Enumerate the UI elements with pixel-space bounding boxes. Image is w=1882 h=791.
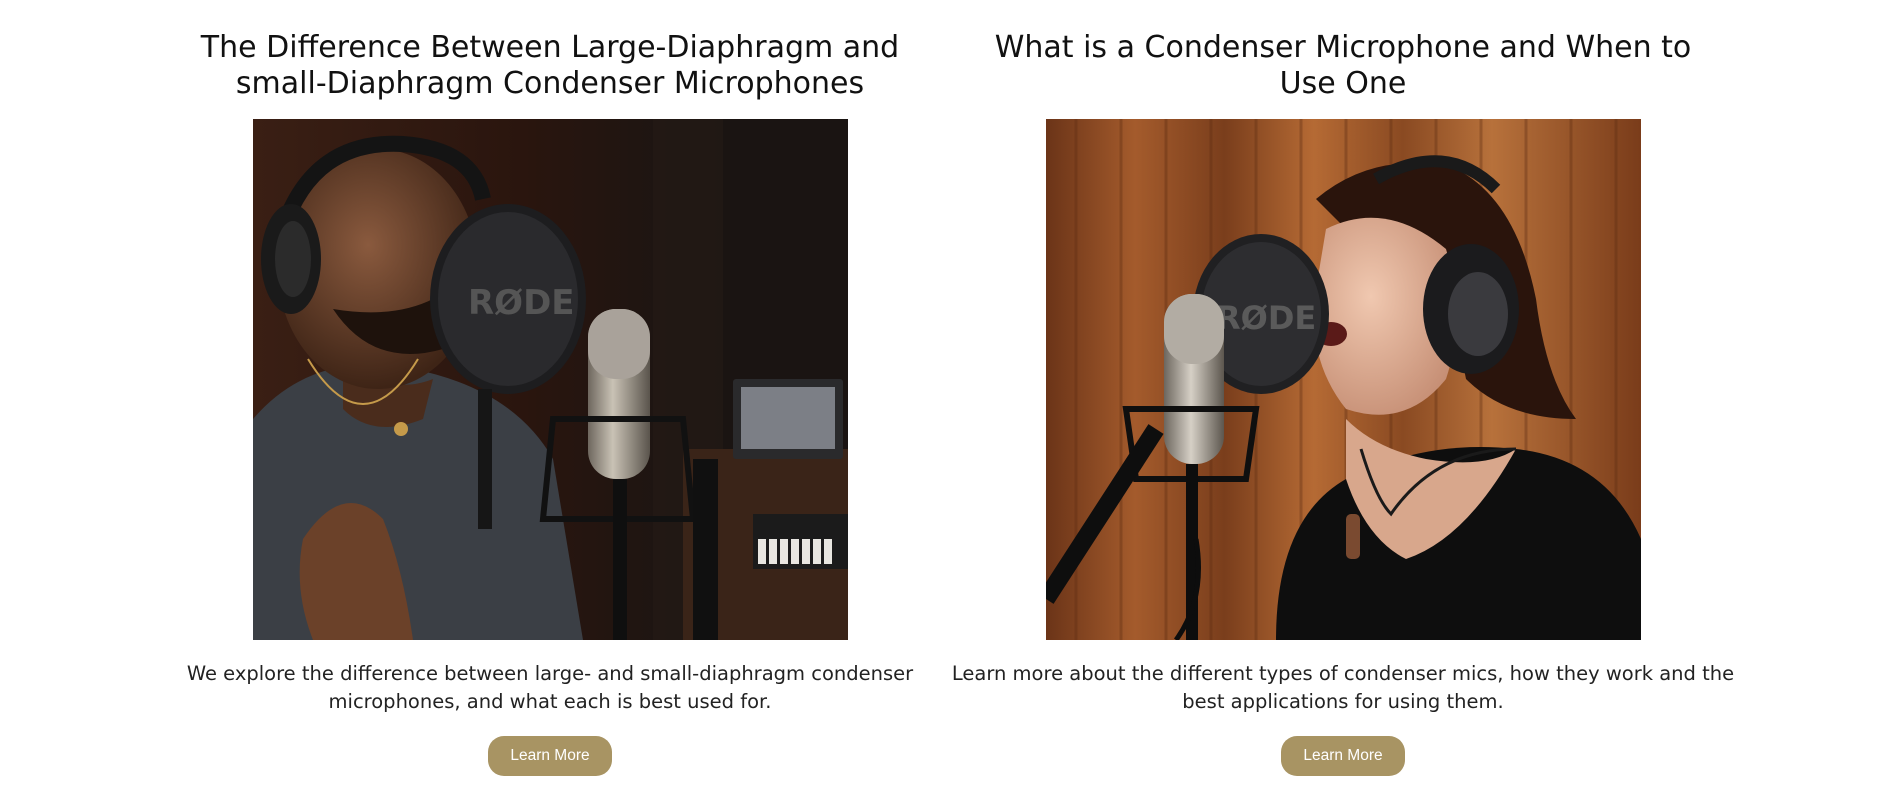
article-image-female-singer[interactable]: RØDE xyxy=(1045,119,1641,640)
article-description: We explore the difference between large-… xyxy=(186,662,914,713)
article-description: Learn more about the different types of … xyxy=(951,662,1735,713)
learn-more-button[interactable]: Learn More xyxy=(1281,736,1405,776)
article-card-what-is-condenser: What is a Condenser Microphone and When … xyxy=(943,0,1743,776)
article-title[interactable]: The Difference Between Large-Diaphragm a… xyxy=(170,30,930,106)
article-image-male-singer[interactable]: RØDE xyxy=(252,119,848,640)
article-title[interactable]: What is a Condenser Microphone and When … xyxy=(963,30,1723,106)
pop-filter-brand-text: RØDE xyxy=(1216,299,1316,337)
article-card-large-vs-small-diaphragm: The Difference Between Large-Diaphragm a… xyxy=(150,0,950,776)
pop-filter-brand-text: RØDE xyxy=(468,283,575,323)
article-grid: The Difference Between Large-Diaphragm a… xyxy=(0,0,1882,791)
learn-more-button[interactable]: Learn More xyxy=(488,736,612,776)
